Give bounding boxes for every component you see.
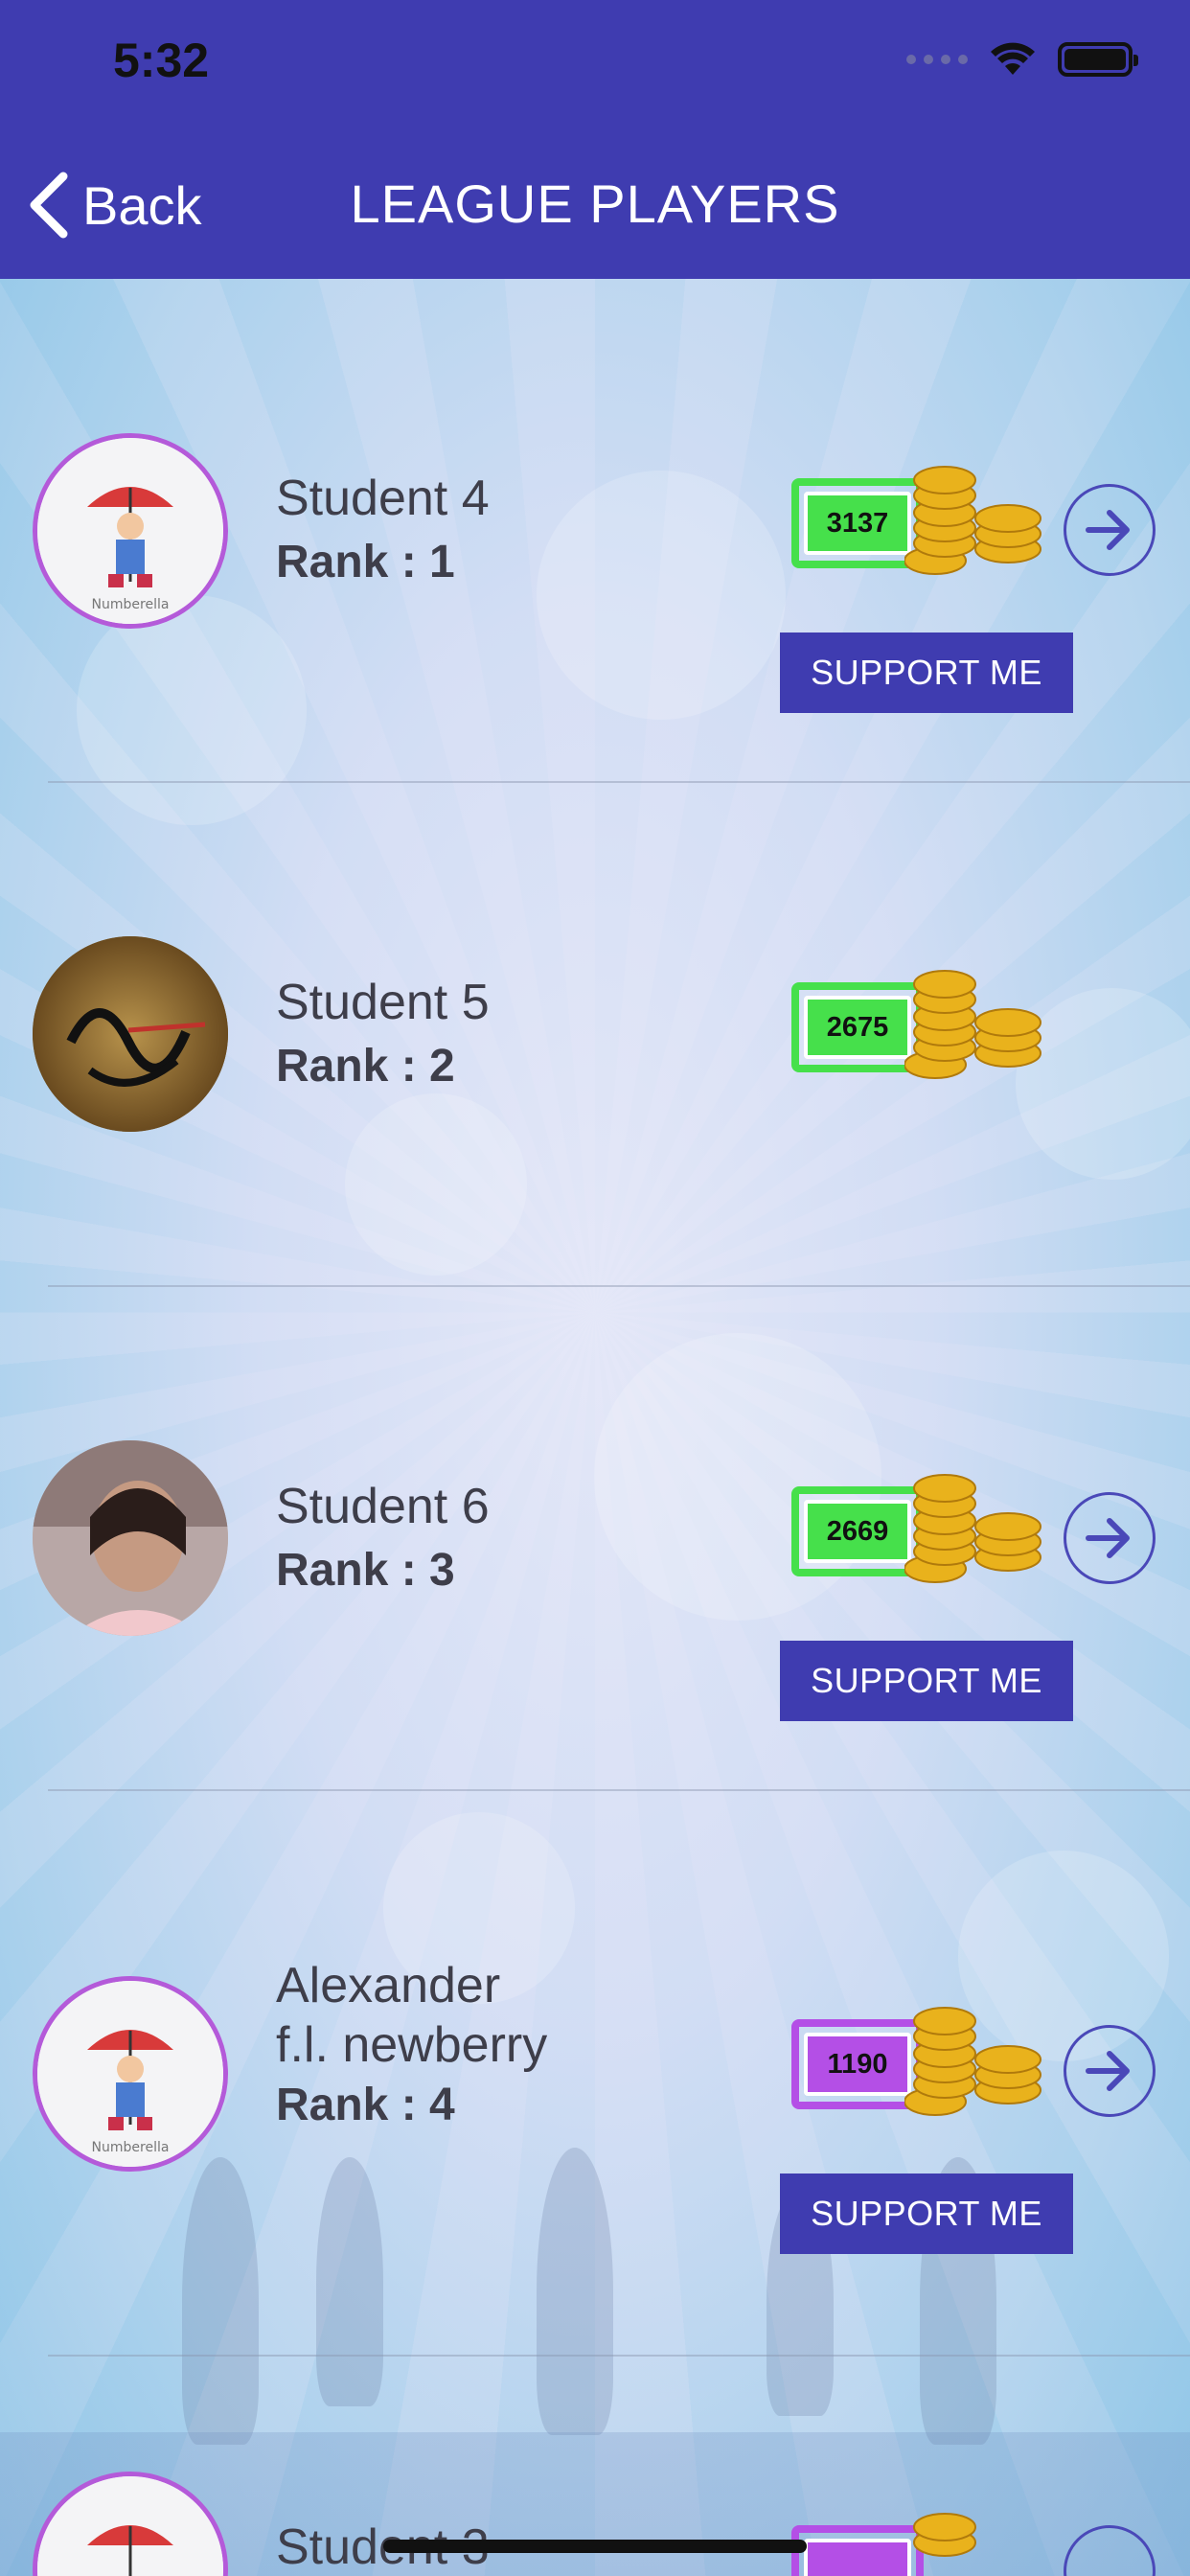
nav-header: 5:32 Back LEAGUE PLAYERS xyxy=(0,0,1190,279)
view-player-button[interactable] xyxy=(1064,1492,1156,1584)
support-me-button[interactable]: SUPPORT ME xyxy=(780,632,1073,713)
coin-balance-value xyxy=(804,2539,911,2576)
player-rank: Rank : 4 xyxy=(276,2080,455,2130)
player-name: Alexander xyxy=(276,1958,501,2013)
player-rank: Rank : 1 xyxy=(276,537,455,587)
player-avatar: Numberella xyxy=(33,1976,228,2172)
gold-coins-icon xyxy=(904,466,1041,575)
coin-balance-value: 2669 xyxy=(804,1500,911,1563)
svg-text:Numberella: Numberella xyxy=(92,597,170,612)
list-item[interactable]: Student 5 Rank : 2 2675 xyxy=(0,783,1190,1287)
gold-coins-icon xyxy=(904,1474,1041,1583)
gold-coins-icon xyxy=(904,2007,1041,2116)
arrow-right-icon xyxy=(1086,510,1130,550)
view-player-button[interactable] xyxy=(1064,2025,1156,2117)
gold-coins-icon xyxy=(913,2513,976,2557)
list-item[interactable]: Numberella Student 4 Rank : 1 3137 SUPPO… xyxy=(0,279,1190,783)
support-me-button[interactable]: SUPPORT ME xyxy=(780,2174,1073,2254)
battery-icon xyxy=(1058,42,1138,77)
player-name: Student 5 xyxy=(276,975,490,1030)
umbrella-logo-icon: Numberella xyxy=(37,1981,223,2167)
list-item[interactable]: Numberella Alexander f.l. newberry Rank … xyxy=(0,1791,1190,2357)
player-rank: Rank : 3 xyxy=(276,1545,455,1596)
status-icons xyxy=(906,42,1138,77)
arrow-right-icon xyxy=(1086,2051,1130,2091)
home-indicator xyxy=(383,2540,807,2553)
player-name-line2: f.l. newberry xyxy=(276,2017,548,2073)
list-item[interactable]: Student 6 Rank : 3 2669 SUPPORT ME xyxy=(0,1287,1190,1791)
player-avatar xyxy=(33,1440,228,1636)
status-time: 5:32 xyxy=(113,34,210,87)
players-list[interactable]: Numberella Student 4 Rank : 1 3137 SUPPO… xyxy=(0,279,1190,2576)
page-title: LEAGUE PLAYERS xyxy=(350,173,840,234)
wifi-icon xyxy=(991,42,1035,75)
umbrella-logo-icon: Numberella xyxy=(37,438,223,624)
player-name: Student 4 xyxy=(276,471,490,526)
arrow-right-icon xyxy=(1086,1518,1130,1558)
gold-coins-icon xyxy=(904,970,1041,1079)
coin-balance-value: 3137 xyxy=(804,492,911,555)
view-player-button[interactable] xyxy=(1064,484,1156,576)
support-me-button[interactable]: SUPPORT ME xyxy=(780,1641,1073,1721)
user-photo-icon xyxy=(33,1440,228,1636)
player-avatar: Numberella xyxy=(33,433,228,629)
player-rank: Rank : 2 xyxy=(276,1041,455,1092)
player-avatar xyxy=(33,936,228,1132)
coin-balance-value: 1190 xyxy=(804,2033,911,2096)
coin-balance-value: 2675 xyxy=(804,996,911,1059)
calligraphy-avatar-icon xyxy=(33,936,228,1132)
player-avatar xyxy=(33,2472,228,2576)
player-name: Student 6 xyxy=(276,1479,490,1534)
svg-text:Numberella: Numberella xyxy=(92,2140,170,2155)
umbrella-logo-icon xyxy=(37,2476,223,2576)
cellular-signal-icon xyxy=(906,55,968,64)
view-player-button[interactable] xyxy=(1064,2525,1156,2576)
